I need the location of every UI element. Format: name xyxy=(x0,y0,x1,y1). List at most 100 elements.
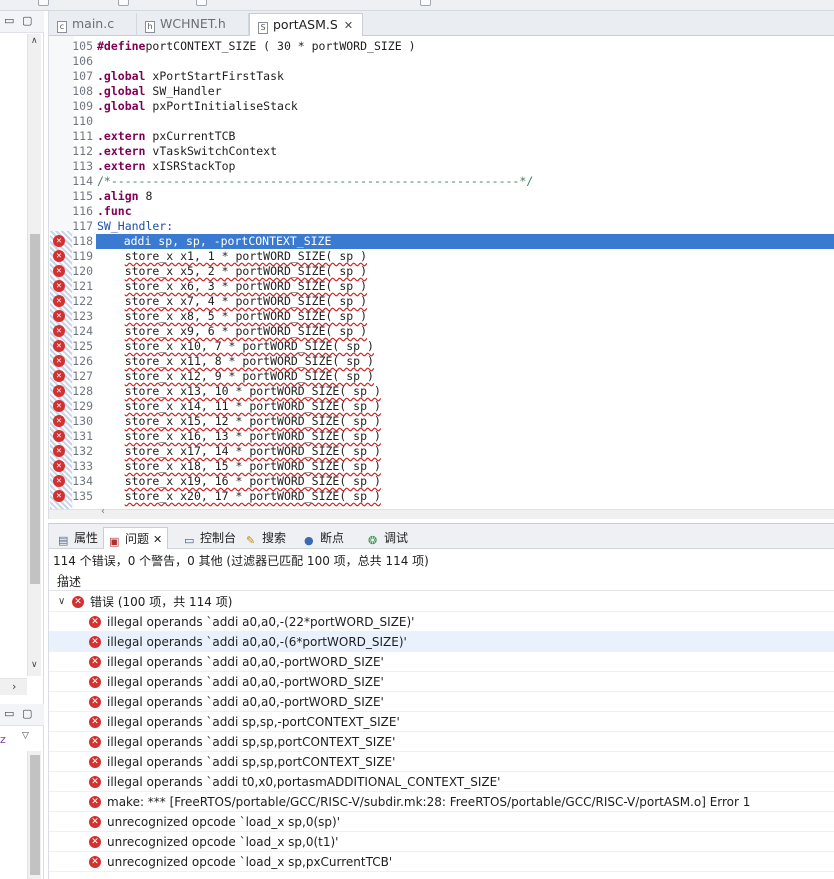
error-icon: ✕ xyxy=(89,816,101,828)
problem-row[interactable]: ✕ illegal operands `addi t0,x0,portasmADD… xyxy=(49,772,834,792)
code-line[interactable]: ✕ 123 store_x x8, 5 * portWORD_SIZE( sp ) xyxy=(49,309,834,324)
editor-hscroll[interactable]: ‹ xyxy=(49,506,834,519)
code-line[interactable]: ✕ 120 store_x x5, 2 * portWORD_SIZE( sp ) xyxy=(49,264,834,279)
error-marker-icon[interactable]: ✕ xyxy=(53,490,65,502)
toolbar-button[interactable] xyxy=(420,0,431,6)
toolbar-button[interactable] xyxy=(118,0,129,6)
error-marker-icon[interactable]: ✕ xyxy=(53,355,65,367)
code-line[interactable]: ✕ 135 store_x x20, 17 * portWORD_SIZE( sp… xyxy=(49,489,834,504)
code-line[interactable]: 108 .global SW_Handler xyxy=(49,84,834,99)
toolbar-button[interactable] xyxy=(38,0,49,6)
problem-row[interactable]: ✕ illegal operands `addi a0,a0,-portWORD_… xyxy=(49,692,834,712)
code-line[interactable]: ✕ 134 store_x x19, 16 * portWORD_SIZE( sp… xyxy=(49,474,834,489)
code-line[interactable]: 113 .extern xISRStackTop xyxy=(49,159,834,174)
code-line[interactable]: 112 .extern vTaskSwitchContext xyxy=(49,144,834,159)
description-column-header[interactable]: 描述 ⌃ xyxy=(49,569,834,591)
code-line[interactable]: 114 /*-----------------------------------… xyxy=(49,174,834,189)
code-line[interactable]: ✕ 130 store_x x15, 12 * portWORD_SIZE( sp… xyxy=(49,414,834,429)
editor-tab[interactable]: SportASM.S ✕ xyxy=(249,13,363,37)
problem-row[interactable]: ✕ unrecognized opcode `load_x sp,pxCurren… xyxy=(49,852,834,872)
filter-icon[interactable]: z xyxy=(0,733,6,746)
error-marker-icon[interactable]: ✕ xyxy=(53,280,65,292)
view-tab[interactable]: ❂ 调试 xyxy=(363,527,413,548)
problem-row[interactable]: ✕ illegal operands `addi a0,a0,-portWORD_… xyxy=(49,672,834,692)
project-explorer-hscroll[interactable]: › xyxy=(0,678,27,695)
editor-tab[interactable]: c main.c xyxy=(49,13,137,36)
toolbar-button[interactable] xyxy=(196,0,207,6)
code-line[interactable]: ✕ 125 store_x x10, 7 * portWORD_SIZE( sp … xyxy=(49,339,834,354)
problem-row[interactable]: ✕ make: *** [FreeRTOS/portable/GCC/RISC-V… xyxy=(49,792,834,812)
error-group-row[interactable]: ∨ ✕ 错误 (100 项，共 114 项) xyxy=(49,592,834,612)
maximize-icon[interactable]: ▢ xyxy=(22,707,32,720)
code-line[interactable]: 106 xyxy=(49,54,834,69)
problem-row[interactable]: ✕ illegal operands `addi a0,a0,-(22*portW… xyxy=(49,612,834,632)
problem-description: illegal operands `addi a0,a0,-(22*portWO… xyxy=(107,615,415,629)
error-marker-icon[interactable]: ✕ xyxy=(53,250,65,262)
problem-row[interactable]: ✕ illegal operands `addi sp,sp,portCONTEX… xyxy=(49,752,834,772)
code-line[interactable]: 116 .func xyxy=(49,204,834,219)
error-marker-icon[interactable]: ✕ xyxy=(53,400,65,412)
code-line[interactable]: ✕ 121 store_x x6, 3 * portWORD_SIZE( sp ) xyxy=(49,279,834,294)
outline-scrollbar[interactable] xyxy=(27,751,41,879)
view-tab[interactable]: ✎ 搜索 xyxy=(241,527,291,548)
code-line[interactable]: ✕ 128 store_x x13, 10 * portWORD_SIZE( sp… xyxy=(49,384,834,399)
code-line[interactable]: 107 .global xPortStartFirstTask xyxy=(49,69,834,84)
code-line[interactable]: 105 #defineportCONTEXT_SIZE ( 30 * portWO… xyxy=(49,39,834,54)
error-marker-icon[interactable]: ✕ xyxy=(53,475,65,487)
problem-row[interactable]: ✕ unrecognized opcode `load_x sp,0(sp)' xyxy=(49,812,834,832)
problem-row[interactable]: ✕ illegal operands `addi a0,a0,-(6*portWO… xyxy=(49,632,834,652)
error-marker-icon[interactable]: ✕ xyxy=(53,430,65,442)
view-tab[interactable]: ▣ 问题 ✕ xyxy=(103,527,169,549)
code-line[interactable]: ✕ 118 addi sp, sp, -portCONTEXT_SIZE xyxy=(49,234,834,249)
code-line[interactable]: ✕ 131 store_x x16, 13 * portWORD_SIZE( sp… xyxy=(49,429,834,444)
problem-row[interactable]: ✕ unrecognized opcode `load_x sp,0(t1)' xyxy=(49,832,834,852)
editor-tab[interactable]: h WCHNET.h xyxy=(137,13,249,36)
code-line[interactable]: 111 .extern pxCurrentTCB xyxy=(49,129,834,144)
code-line[interactable]: 109 .global pxPortInitialiseStack xyxy=(49,99,834,114)
error-marker-icon[interactable]: ✕ xyxy=(53,235,65,247)
code-line[interactable]: ✕ 129 store_x x14, 11 * portWORD_SIZE( sp… xyxy=(49,399,834,414)
code-line[interactable]: ✕ 133 store_x x18, 15 * portWORD_SIZE( sp… xyxy=(49,459,834,474)
error-marker-icon[interactable]: ✕ xyxy=(53,340,65,352)
scroll-left-icon[interactable]: ‹ xyxy=(101,506,105,517)
code-line[interactable]: ✕ 119 store_x x1, 1 * portWORD_SIZE( sp ) xyxy=(49,249,834,264)
view-tab[interactable]: ▭ 控制台 xyxy=(179,527,241,548)
chevron-down-icon[interactable]: ∨ xyxy=(58,592,65,612)
problem-row[interactable]: ✕ illegal operands `addi sp,sp,-portCONTE… xyxy=(49,712,834,732)
error-marker-icon[interactable]: ✕ xyxy=(53,445,65,457)
view-tab[interactable]: ● 断点 xyxy=(299,527,349,548)
error-marker-icon[interactable]: ✕ xyxy=(53,385,65,397)
problem-row[interactable]: ✕ illegal operands `addi sp,sp,portCONTEX… xyxy=(49,732,834,752)
maximize-icon[interactable]: ▢ xyxy=(22,14,32,27)
close-icon[interactable]: ✕ xyxy=(344,19,353,32)
code-area[interactable]: 105 #defineportCONTEXT_SIZE ( 30 * portWO… xyxy=(49,36,834,509)
scrollbar-thumb[interactable] xyxy=(30,755,40,875)
error-marker-icon[interactable]: ✕ xyxy=(53,265,65,277)
code-line[interactable]: 110 xyxy=(49,114,834,129)
scroll-up-icon[interactable]: ∧ xyxy=(31,36,38,46)
close-icon[interactable]: ✕ xyxy=(153,533,162,546)
scroll-down-icon[interactable]: ∨ xyxy=(31,660,38,670)
view-tab[interactable]: ▤ 属性 xyxy=(53,527,103,548)
scroll-right-icon[interactable]: › xyxy=(12,680,16,693)
code-line[interactable]: ✕ 127 store_x x12, 9 * portWORD_SIZE( sp … xyxy=(49,369,834,384)
problem-row[interactable]: ✕ illegal operands `addi a0,a0,-portWORD_… xyxy=(49,652,834,672)
error-marker-icon[interactable]: ✕ xyxy=(53,295,65,307)
minimize-icon[interactable]: ▭ xyxy=(4,707,14,720)
code-line[interactable]: ✕ 126 store_x x11, 8 * portWORD_SIZE( sp … xyxy=(49,354,834,369)
code-line[interactable]: ✕ 122 store_x x7, 4 * portWORD_SIZE( sp ) xyxy=(49,294,834,309)
code-line[interactable]: ✕ 132 store_x x17, 14 * portWORD_SIZE( sp… xyxy=(49,444,834,459)
code-line[interactable]: ✕ 124 store_x x9, 6 * portWORD_SIZE( sp ) xyxy=(49,324,834,339)
error-squiggle-text: store_x x7, 4 * portWORD_SIZE( sp ) xyxy=(124,294,368,308)
error-marker-icon[interactable]: ✕ xyxy=(53,460,65,472)
error-marker-icon[interactable]: ✕ xyxy=(53,370,65,382)
error-marker-icon[interactable]: ✕ xyxy=(53,325,65,337)
minimize-icon[interactable]: ▭ xyxy=(4,14,14,27)
error-marker-icon[interactable]: ✕ xyxy=(53,415,65,427)
scrollbar-thumb[interactable] xyxy=(30,234,40,584)
view-menu-icon[interactable]: ▽ xyxy=(22,731,29,741)
project-explorer-scrollbar[interactable]: ∧ ∨ xyxy=(27,34,41,676)
error-marker-icon[interactable]: ✕ xyxy=(53,310,65,322)
code-line[interactable]: 115 .align 8 xyxy=(49,189,834,204)
code-line[interactable]: 117 SW_Handler: xyxy=(49,219,834,234)
